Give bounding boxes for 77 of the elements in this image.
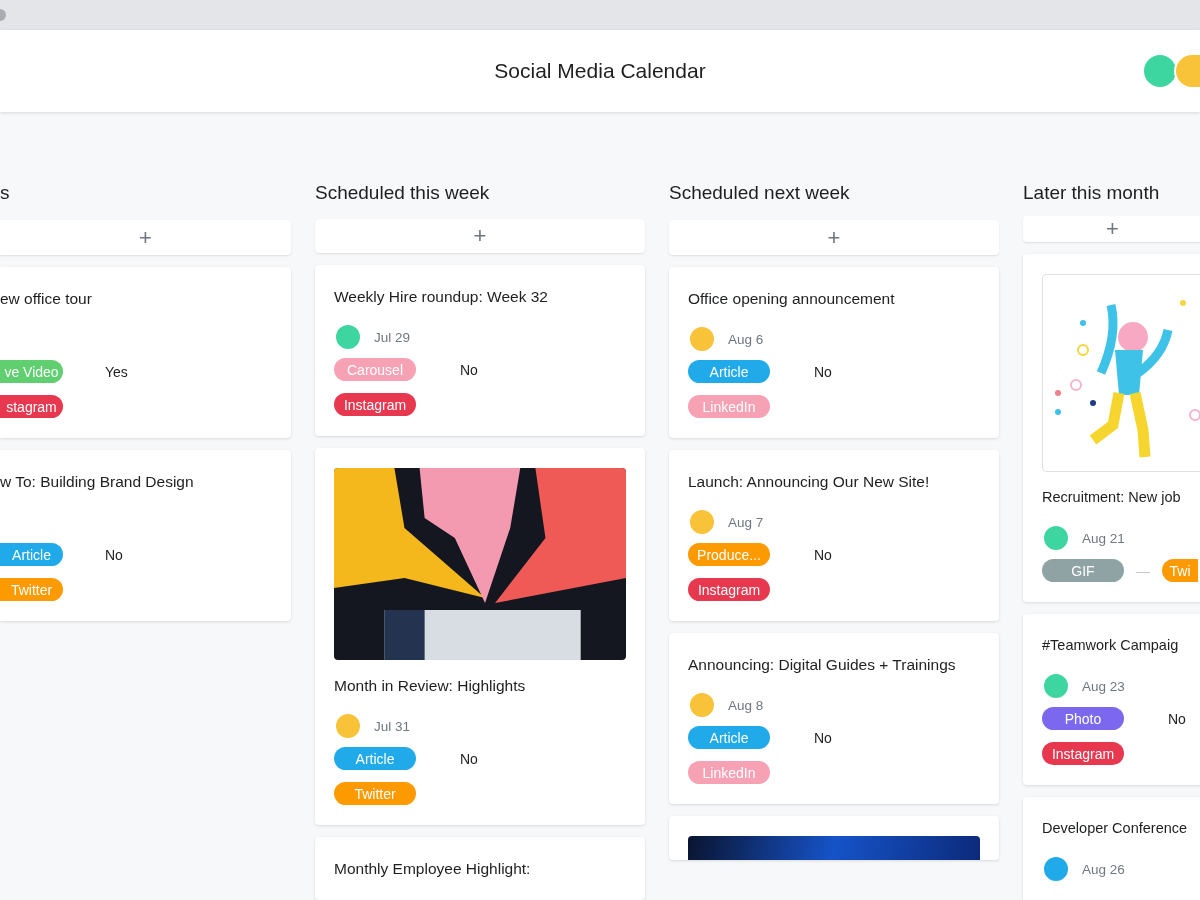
card-title: Month in Review: Highlights xyxy=(334,676,527,696)
avatar[interactable] xyxy=(688,325,716,353)
due-date: Aug 26 xyxy=(1082,861,1125,877)
task-card[interactable]: #Teamwork Campaig Aug 23 Photo No Instagram xyxy=(1023,614,1200,785)
card-title: Announcing: Digital Guides + Trainings xyxy=(688,655,957,675)
avatar[interactable] xyxy=(1042,672,1070,700)
channel-tag: LinkedIn xyxy=(688,761,770,784)
channel-tag: Instagram xyxy=(688,578,770,601)
card-title: w To: Building Brand Design xyxy=(0,472,195,492)
content-type-tag: Article xyxy=(688,726,770,749)
due-date: Aug 8 xyxy=(728,697,764,713)
task-card[interactable]: Developer Conference Aug 26 xyxy=(1023,797,1200,900)
content-type-tag: GIF xyxy=(1042,559,1124,582)
due-date: Jul 31 xyxy=(374,718,411,734)
column-title: Later this month xyxy=(1023,182,1161,204)
content-type-tag: Article xyxy=(688,360,770,383)
approved-value: Yes xyxy=(105,363,128,380)
channel-tag: Twitter xyxy=(334,782,416,805)
due-date: Aug 6 xyxy=(728,331,764,347)
add-task-button[interactable]: + xyxy=(0,220,291,255)
card-title: Recruitment: New job xyxy=(1042,488,1182,507)
approved-value: No xyxy=(460,750,478,767)
due-date: Jul 29 xyxy=(374,329,411,345)
column-title: Scheduled this week xyxy=(315,182,491,205)
task-card[interactable]: Month in Review: Highlights Jul 31 Article No Twitter xyxy=(315,448,645,825)
approved-value: No xyxy=(460,361,478,378)
task-card[interactable] xyxy=(669,816,999,860)
avatar[interactable] xyxy=(334,712,362,740)
approved-value: No xyxy=(1168,710,1186,727)
card-title: #Teamwork Campaig xyxy=(1042,636,1180,655)
card-title: Developer Conference xyxy=(1042,819,1189,838)
content-type-tag: Produce... xyxy=(688,543,770,566)
card-title: ew office tour xyxy=(0,289,93,309)
task-card[interactable]: Launch: Announcing Our New Site! Aug 7 Produce... No Instagram xyxy=(669,450,999,621)
add-task-button[interactable]: + xyxy=(669,220,999,255)
approved-value: No xyxy=(814,363,832,380)
channel-tag: Instagram xyxy=(334,393,416,416)
column-title: Scheduled next week xyxy=(669,182,851,205)
task-card[interactable]: Announcing: Digital Guides + Trainings Aug 8 Article No LinkedIn xyxy=(669,633,999,804)
card-title: Monthly Employee Highlight: xyxy=(334,859,532,879)
content-type-tag: Article xyxy=(0,543,63,566)
card-title: Weekly Hire roundup: Week 32 xyxy=(334,287,549,307)
task-card[interactable]: Weekly Hire roundup: Week 32 Jul 29 Carousel No Instagram xyxy=(315,265,645,436)
channel-tag: Instagram xyxy=(1042,742,1124,765)
channel-tag: LinkedIn xyxy=(688,395,770,418)
window-control-icon[interactable] xyxy=(0,9,6,21)
avatar[interactable] xyxy=(688,508,716,536)
content-type-tag: ve Video xyxy=(0,360,63,383)
task-card[interactable]: Office opening announcement Aug 6 Article No LinkedIn xyxy=(669,267,999,438)
task-card[interactable]: Monthly Employee Highlight: xyxy=(315,837,645,900)
avatar[interactable] xyxy=(334,323,362,351)
channel-tag: Twitter xyxy=(0,578,63,601)
avatar[interactable] xyxy=(1042,855,1070,883)
approved-value: No xyxy=(814,546,832,563)
approved-value: No xyxy=(105,546,123,563)
task-card[interactable]: ew office tour ve Video Yes stagram xyxy=(0,267,291,438)
add-task-button[interactable]: + xyxy=(315,219,645,253)
avatar[interactable] xyxy=(1042,524,1070,552)
content-type-tag: Photo xyxy=(1042,707,1124,730)
member-avatar[interactable] xyxy=(1174,53,1200,89)
content-type-tag: Article xyxy=(334,747,416,770)
content-type-tag: Carousel xyxy=(334,358,416,381)
approved-value: No xyxy=(814,729,832,746)
project-title: Social Media Calendar xyxy=(494,59,706,83)
channel-tag: Twi xyxy=(1162,559,1198,582)
add-task-button[interactable]: + xyxy=(1023,216,1200,242)
column-title: s xyxy=(0,182,11,205)
avatar[interactable] xyxy=(688,691,716,719)
task-card[interactable]: w To: Building Brand Design Article No Twitter xyxy=(0,450,291,621)
channel-tag: stagram xyxy=(0,395,63,418)
empty-field-dash: — xyxy=(1136,562,1150,579)
card-title: Office opening announcement xyxy=(688,289,896,309)
due-date: Aug 21 xyxy=(1082,530,1125,546)
due-date: Aug 23 xyxy=(1082,678,1125,694)
card-title: Launch: Announcing Our New Site! xyxy=(688,472,931,492)
task-card[interactable]: Recruitment: New job Aug 21 GIF — Twi xyxy=(1023,254,1200,602)
due-date: Aug 7 xyxy=(728,514,764,530)
